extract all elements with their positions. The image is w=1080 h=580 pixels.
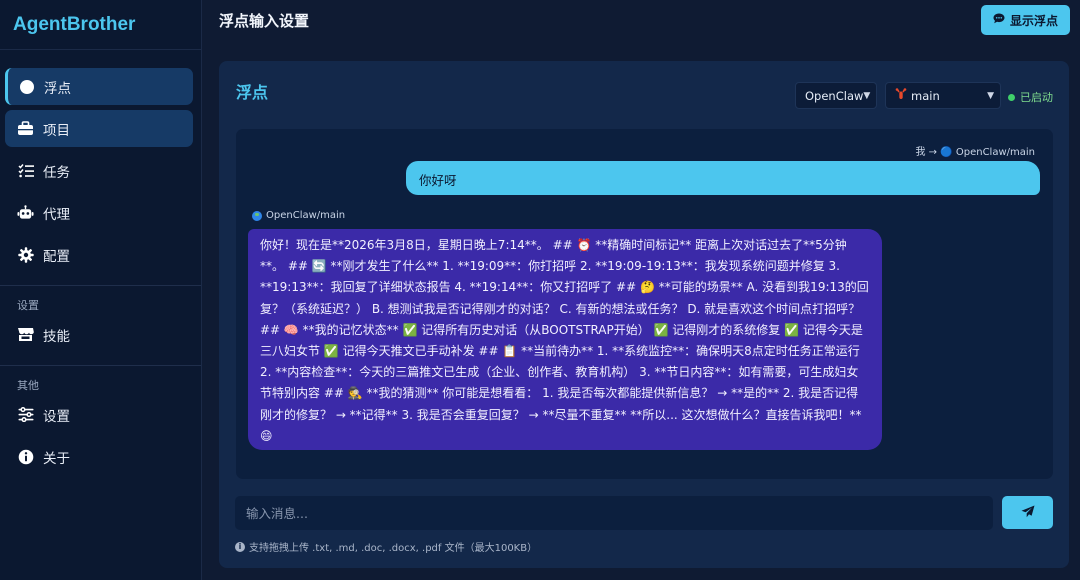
globe-icon [252,210,262,221]
briefcase-icon [17,120,34,137]
chevron-down-icon: ▼ [863,90,871,101]
agent-select[interactable]: OpenClaw ▼ [795,82,877,109]
message-input[interactable] [235,496,993,530]
task-list-icon [17,162,34,179]
show-float-label: 显示浮点 [1009,13,1058,28]
sidebar-item-config[interactable]: 配置 [5,236,193,273]
user-message-bubble: 你好呀 [406,161,1040,195]
sidebar-item-label: 任务 [43,164,70,181]
section-label-settings: 设置 [17,299,39,312]
bot-message-bubble: 你好！现在是**2026年3月8日，星期日晚上7:14**。 ## ⏰ **精确… [248,229,882,450]
chevron-down-icon: ▼ [987,90,994,101]
sidebar-item-about[interactable]: 关于 [5,438,193,475]
robot-icon [17,204,34,221]
paper-plane-icon [1021,505,1035,521]
sidebar-item-skills[interactable]: 技能 [5,316,193,353]
page-title: 浮点输入设置 [219,11,310,30]
show-float-button[interactable]: 显示浮点 [980,5,1070,35]
float-panel: 浮点 OpenClaw ▼ main ▼ 已启动 我 → 🔵 OpenClaw/… [219,61,1069,568]
chat-area[interactable]: 我 → 🔵 OpenClaw/main 你好呀 OpenClaw/main 你好… [236,129,1053,479]
section-label-other: 其他 [17,379,39,392]
sidebar: AgentBrother 浮点 项目 任务 代理 配置 设置 技能 其他 设置 … [0,0,202,580]
session-select-value: main [911,88,940,103]
bot-meta-label: OpenClaw/main [266,210,346,221]
sidebar-item-label: 关于 [43,450,70,467]
sidebar-item-tasks[interactable]: 任务 [5,152,193,189]
store-icon [17,326,34,343]
sidebar-item-label: 设置 [43,408,70,425]
sliders-icon [17,406,34,423]
sidebar-item-label: 项目 [43,122,70,139]
sidebar-item-label: 代理 [43,206,70,223]
info-icon: i [235,541,245,552]
top-bar: 浮点输入设置 显示浮点 [203,0,1080,40]
sidebar-item-label: 配置 [43,248,70,265]
info-icon [17,448,34,465]
session-select[interactable]: main ▼ [885,82,1001,109]
sidebar-item-label: 浮点 [44,80,71,97]
bot-message-meta: OpenClaw/main [252,210,345,221]
gear-icon [17,246,34,263]
sidebar-nav: 浮点 项目 任务 代理 配置 设置 技能 其他 设置 关于 [0,50,201,475]
circle-icon [18,78,35,95]
send-button[interactable] [1002,496,1053,529]
panel-header: 浮点 OpenClaw ▼ main ▼ 已启动 [219,61,1069,117]
chat-bubble-icon [993,13,1005,27]
sidebar-item-agents[interactable]: 代理 [5,194,193,231]
status-text: 已启动 [1020,91,1053,104]
status-badge: 已启动 [1008,89,1053,105]
status-dot-icon [1008,93,1015,101]
upload-hint-text: 支持拖拽上传 .txt, .md, .doc, .docx, .pdf 文件（最… [249,543,538,554]
panel-title: 浮点 [236,83,269,102]
app-brand: AgentBrother [0,0,201,50]
sidebar-item-label: 技能 [43,328,70,345]
sidebar-item-float[interactable]: 浮点 [5,68,193,105]
sidebar-item-settings[interactable]: 设置 [5,396,193,433]
user-message-meta: 我 → 🔵 OpenClaw/main [915,147,1036,158]
session-select-content: main [895,88,940,103]
composer [235,496,1053,530]
sidebar-item-projects[interactable]: 项目 [5,110,193,147]
agent-select-value: OpenClaw [805,88,864,103]
upload-hint: i 支持拖拽上传 .txt, .md, .doc, .docx, .pdf 文件… [235,539,537,554]
lobster-icon [895,88,907,103]
